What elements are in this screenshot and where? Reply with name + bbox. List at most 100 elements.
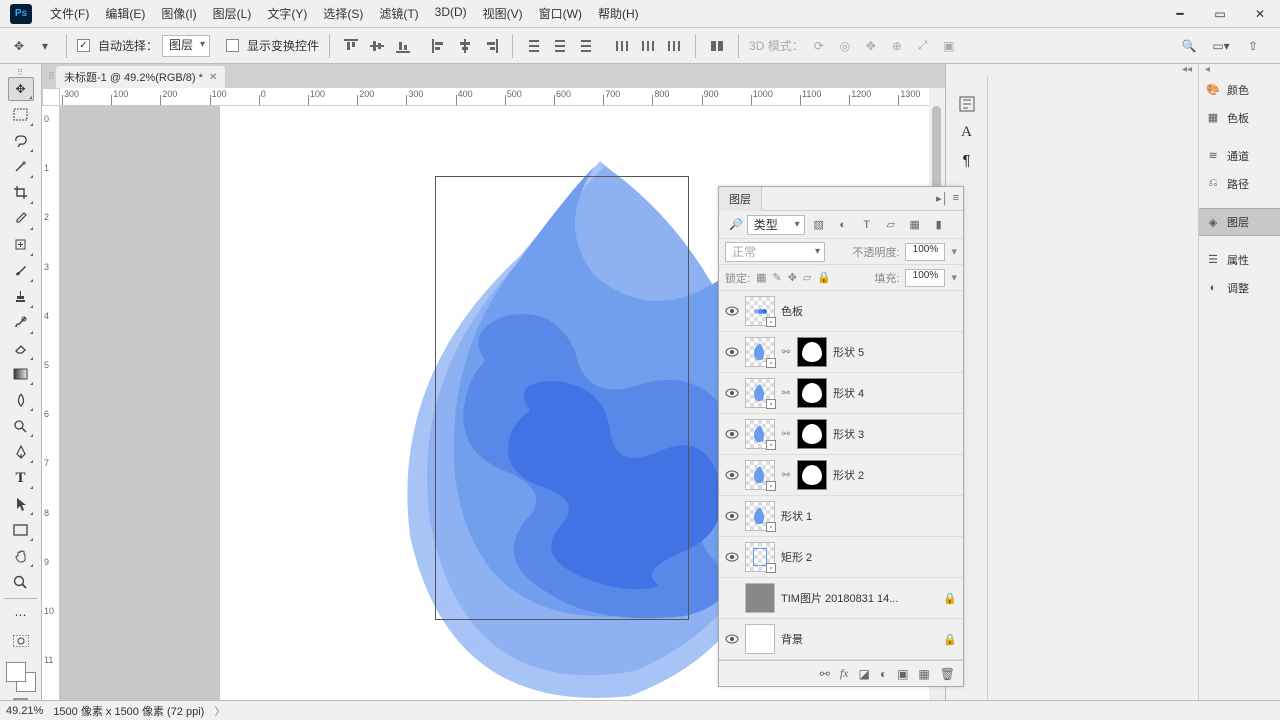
side-tab-属性[interactable]: ☰属性 [1199,246,1280,274]
lock-all-icon[interactable]: 🔒 [817,271,831,284]
lasso-tool[interactable] [8,129,34,153]
color-swatches[interactable] [6,662,36,692]
layer-name[interactable]: 矩形 2 [781,549,957,565]
layer-visibility-icon[interactable] [725,429,739,439]
opacity-input[interactable]: 100% [905,243,945,261]
workspace-icon[interactable]: ▭▾ [1210,35,1232,57]
show-transform-checkbox[interactable] [226,39,239,52]
path-select-tool[interactable] [8,492,34,516]
ruler-horizontal[interactable]: 3001002001000100200300400500600700800900… [60,88,929,106]
pen-tool[interactable] [8,440,34,464]
tabs-handle[interactable]: ⠿ [48,64,56,88]
stamp-tool[interactable] [8,285,34,309]
group-icon[interactable]: ▣ [897,667,908,681]
layer-name[interactable]: 色板 [781,303,957,319]
layer-row[interactable]: TIM图片 20180831 14...🔒 [719,578,963,619]
minimize-button[interactable]: ━ [1160,0,1200,28]
history-brush-tool[interactable] [8,311,34,335]
layer-name[interactable]: 形状 5 [833,344,957,360]
layer-name[interactable]: 形状 1 [781,508,957,524]
foreground-color[interactable] [6,662,26,682]
filter-search-icon[interactable]: 🔎 [729,218,743,231]
auto-select-checkbox[interactable] [77,39,90,52]
healing-tool[interactable] [8,233,34,257]
layer-mask-thumb[interactable] [797,337,827,367]
panel-collapse-left[interactable]: ◂◂ [946,64,1198,76]
history-panel-icon[interactable] [946,90,987,118]
char-panel-icon[interactable]: A [946,118,987,146]
layer-visibility-icon[interactable] [725,511,739,521]
blur-tool[interactable] [8,388,34,412]
layer-thumbnail[interactable]: ▫ [745,501,775,531]
filter-shape-icon[interactable]: ▱ [881,216,901,234]
new-layer-icon[interactable]: ▦ [918,667,929,681]
maximize-button[interactable]: ▭ [1200,0,1240,28]
layer-thumbnail[interactable]: ▫ [745,378,775,408]
distribute-vcenter-icon[interactable] [549,35,571,57]
panel-collapse-icon[interactable]: ▸│ [936,192,948,205]
distribute-bottom-icon[interactable] [575,35,597,57]
ruler-vertical[interactable]: 01234567891011 [42,106,60,704]
align-hcenter-icon[interactable] [454,35,476,57]
menu-编辑(E)[interactable]: 编辑(E) [97,5,153,22]
brush-tool[interactable] [8,259,34,283]
layer-name[interactable]: 背景 [781,631,937,647]
lock-brush-icon[interactable]: ✎ [772,271,781,284]
layer-fx-icon[interactable]: fx [840,666,849,681]
layer-row[interactable]: ▫⚯形状 4 [719,373,963,414]
status-zoom[interactable]: 49.21% [6,705,43,717]
layer-thumbnail[interactable]: ▫ [745,460,775,490]
layer-mask-thumb[interactable] [797,378,827,408]
eraser-tool[interactable] [8,337,34,361]
side-tab-路径[interactable]: ⎌路径 [1199,170,1280,198]
toolbox-handle[interactable]: ⠿ [0,68,41,76]
layer-thumbnail[interactable]: ▫ [745,542,775,572]
menu-文件(F)[interactable]: 文件(F) [42,5,97,22]
dodge-tool[interactable] [8,414,34,438]
layer-mask-thumb[interactable] [797,419,827,449]
filter-pixel-icon[interactable]: ▧ [809,216,829,234]
type-tool[interactable]: T [8,466,34,490]
lock-icon[interactable]: 🔒 [943,633,957,646]
marquee-tool[interactable] [8,103,34,127]
layer-thumbnail[interactable]: ▫ [745,419,775,449]
filter-type-icon[interactable]: T [857,216,877,234]
layer-thumbnail[interactable]: ▫ [745,337,775,367]
auto-align-icon[interactable] [706,35,728,57]
layer-name[interactable]: TIM图片 20180831 14... [781,590,937,606]
status-doc-info[interactable]: 1500 像素 x 1500 像素 (72 ppi) [53,703,204,719]
distribute-left-icon[interactable] [611,35,633,57]
tool-preset-dropdown[interactable]: ▾ [34,35,56,57]
layer-visibility-icon[interactable] [725,347,739,357]
side-tab-图层[interactable]: ◈图层 [1199,208,1280,236]
layer-thumbnail[interactable] [745,624,775,654]
menu-滤镜(T)[interactable]: 滤镜(T) [371,5,426,22]
menu-文字(Y)[interactable]: 文字(Y) [259,5,315,22]
menu-3D(D)[interactable]: 3D(D) [427,5,475,22]
move-tool-icon[interactable]: ✥ [8,35,30,57]
filter-smart-icon[interactable]: ▦ [905,216,925,234]
menu-图层(L)[interactable]: 图层(L) [205,5,260,22]
layer-visibility-icon[interactable] [725,552,739,562]
ruler-corner[interactable] [42,88,60,106]
auto-select-target[interactable]: 图层 [162,35,210,57]
layer-visibility-icon[interactable] [725,388,739,398]
close-button[interactable]: ✕ [1240,0,1280,28]
delete-layer-icon[interactable]: 🗑 [940,667,955,681]
layer-name[interactable]: 形状 4 [833,385,957,401]
layers-tab[interactable]: 图层 [719,187,762,211]
eyedropper-tool[interactable] [8,207,34,231]
layer-row[interactable]: ▫⚯形状 2 [719,455,963,496]
lock-pixels-icon[interactable]: ▦ [756,271,766,284]
menu-窗口(W)[interactable]: 窗口(W) [531,5,590,22]
filter-adjust-icon[interactable]: ◐ [833,216,853,234]
filter-toggle-icon[interactable]: ▮ [929,216,949,234]
quick-mask-icon[interactable] [8,629,34,653]
align-vcenter-icon[interactable] [366,35,388,57]
adjustment-layer-icon[interactable]: ◐ [880,667,887,681]
magic-wand-tool[interactable] [8,155,34,179]
layer-row[interactable]: ▫ 矩形 2 [719,537,963,578]
side-tab-调整[interactable]: ◐调整 [1199,274,1280,302]
side-tab-色板[interactable]: ▦色板 [1199,104,1280,132]
share-icon[interactable]: ⇧ [1242,35,1264,57]
